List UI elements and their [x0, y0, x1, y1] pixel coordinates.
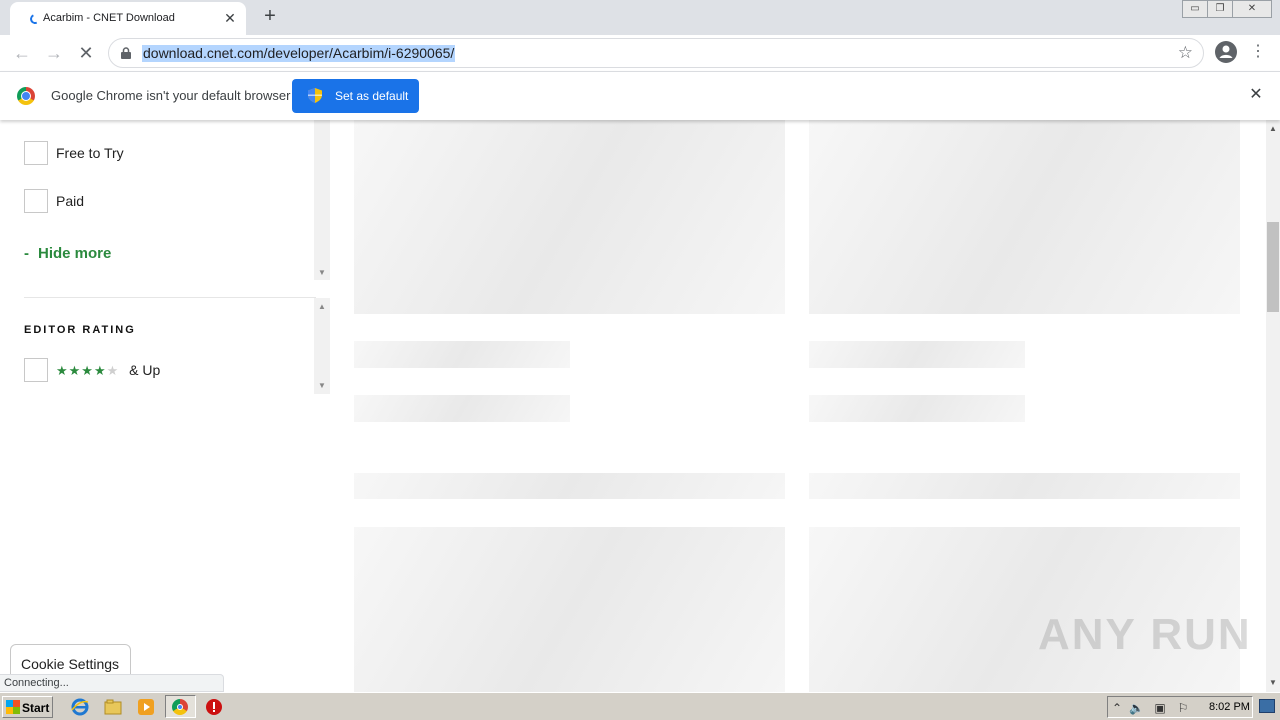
chrome-logo-icon	[17, 87, 35, 105]
checkbox[interactable]	[24, 189, 48, 213]
profile-avatar-icon[interactable]	[1215, 41, 1237, 63]
minimize-button[interactable]: ▭	[1182, 0, 1208, 18]
hide-more-label: Hide more	[38, 245, 112, 262]
close-window-button[interactable]: ✕	[1232, 0, 1272, 18]
status-bubble: Connecting...	[0, 674, 224, 692]
taskbar-clock[interactable]: 8:02 PM	[1209, 701, 1250, 713]
filter-scrollbar[interactable]: ▼	[314, 120, 330, 280]
collapse-dash: -	[24, 245, 29, 262]
lock-icon	[121, 47, 131, 59]
cookie-settings-label: Cookie Settings	[21, 656, 120, 672]
folder-icon[interactable]	[104, 698, 122, 716]
skeleton-card-image	[354, 120, 785, 314]
skeleton-line	[809, 341, 1025, 368]
uac-shield-icon	[308, 88, 322, 103]
windows-flag-icon	[6, 700, 20, 714]
stop-button[interactable]: ✕	[74, 41, 98, 65]
filter-label: Free to Try	[56, 145, 124, 161]
scroll-up-icon[interactable]: ▲	[318, 302, 326, 311]
address-bar[interactable]: download.cnet.com/developer/Acarbim/i-62…	[108, 38, 1204, 68]
rating-scrollbar[interactable]: ▲ ▼	[314, 298, 330, 394]
set-as-default-label: Set as default	[335, 89, 409, 103]
loading-spinner-icon	[28, 12, 42, 26]
show-desktop-icon[interactable]	[1259, 699, 1275, 713]
tray-expand-icon[interactable]: ⌃	[1110, 701, 1124, 715]
skeleton-line	[354, 341, 570, 368]
bookmark-star-icon[interactable]: ☆	[1178, 43, 1193, 63]
new-tab-button[interactable]: +	[259, 5, 281, 27]
checkbox[interactable]	[24, 358, 48, 382]
restore-button[interactable]: ❐	[1207, 0, 1233, 18]
rating-label: ★★★★★ & Up	[56, 362, 161, 378]
skeleton-line	[354, 395, 570, 422]
status-text: Connecting...	[4, 677, 69, 689]
volume-icon[interactable]: 🔈	[1129, 701, 1144, 715]
chrome-icon-center	[177, 704, 183, 710]
tab-strip: Acarbim - CNET Download ✕ + ▭ ❐ ✕	[0, 0, 1280, 35]
skeleton-line	[809, 473, 1240, 499]
action-center-flag-icon[interactable]: ⚐	[1176, 701, 1190, 715]
browser-toolbar: ← → ✕ download.cnet.com/developer/Acarbi…	[0, 35, 1280, 71]
forward-button[interactable]: →	[42, 41, 66, 65]
page-scrollbar[interactable]: ▲ ▼	[1266, 120, 1280, 692]
page-content: Free to Try Paid - Hide more ▼ ▲ ▼ EDITOR…	[0, 120, 1266, 692]
network-icon[interactable]: ▣	[1153, 701, 1167, 715]
section-divider	[24, 297, 316, 298]
default-browser-infobar: Google Chrome isn't your default browser…	[0, 71, 1280, 120]
anyrun-watermark: ANY RUN	[1038, 610, 1252, 659]
tab-title: Acarbim - CNET Download	[43, 12, 175, 24]
media-player-icon[interactable]	[137, 698, 155, 716]
star-rating-icon: ★★★★★	[56, 363, 120, 378]
back-button[interactable]: ←	[10, 41, 34, 65]
url-text[interactable]: download.cnet.com/developer/Acarbim/i-62…	[142, 45, 456, 62]
skeleton-card-image	[354, 527, 785, 692]
tab-close-icon[interactable]: ✕	[222, 10, 238, 26]
system-tray: ⌃ 🔈 ▣ ⚐ 8:02 PM	[1107, 696, 1253, 718]
scrollbar-thumb[interactable]	[1267, 222, 1279, 312]
skeleton-line	[809, 395, 1025, 422]
start-label: Start	[22, 701, 50, 715]
stop-sign-icon[interactable]	[205, 698, 223, 716]
windows-taskbar: Start ⌃ 🔈 ▣ ⚐ 8:02 PM	[0, 692, 1280, 720]
ie-icon[interactable]	[71, 698, 89, 716]
scroll-down-icon[interactable]: ▼	[1269, 678, 1277, 687]
scroll-down-icon[interactable]: ▼	[318, 381, 326, 390]
tab-active[interactable]: Acarbim - CNET Download ✕	[10, 2, 246, 35]
filter-label: Paid	[56, 193, 85, 209]
skeleton-line	[354, 473, 785, 499]
scroll-up-icon[interactable]: ▲	[1269, 124, 1277, 133]
chrome-menu-icon[interactable]: ⋮	[1250, 40, 1266, 64]
set-as-default-button[interactable]: Set as default	[292, 79, 419, 113]
skeleton-card-image	[809, 120, 1240, 314]
chrome-taskbar-button[interactable]	[165, 695, 196, 718]
hide-more-link[interactable]: - Hide more	[24, 245, 111, 262]
start-button[interactable]: Start	[2, 696, 53, 718]
infobar-close-icon[interactable]: ✕	[1247, 86, 1265, 104]
editor-rating-title: EDITOR RATING	[24, 324, 136, 336]
checkbox[interactable]	[24, 141, 48, 165]
infobar-message: Google Chrome isn't your default browser	[51, 88, 291, 103]
scroll-down-icon[interactable]: ▼	[318, 268, 326, 277]
